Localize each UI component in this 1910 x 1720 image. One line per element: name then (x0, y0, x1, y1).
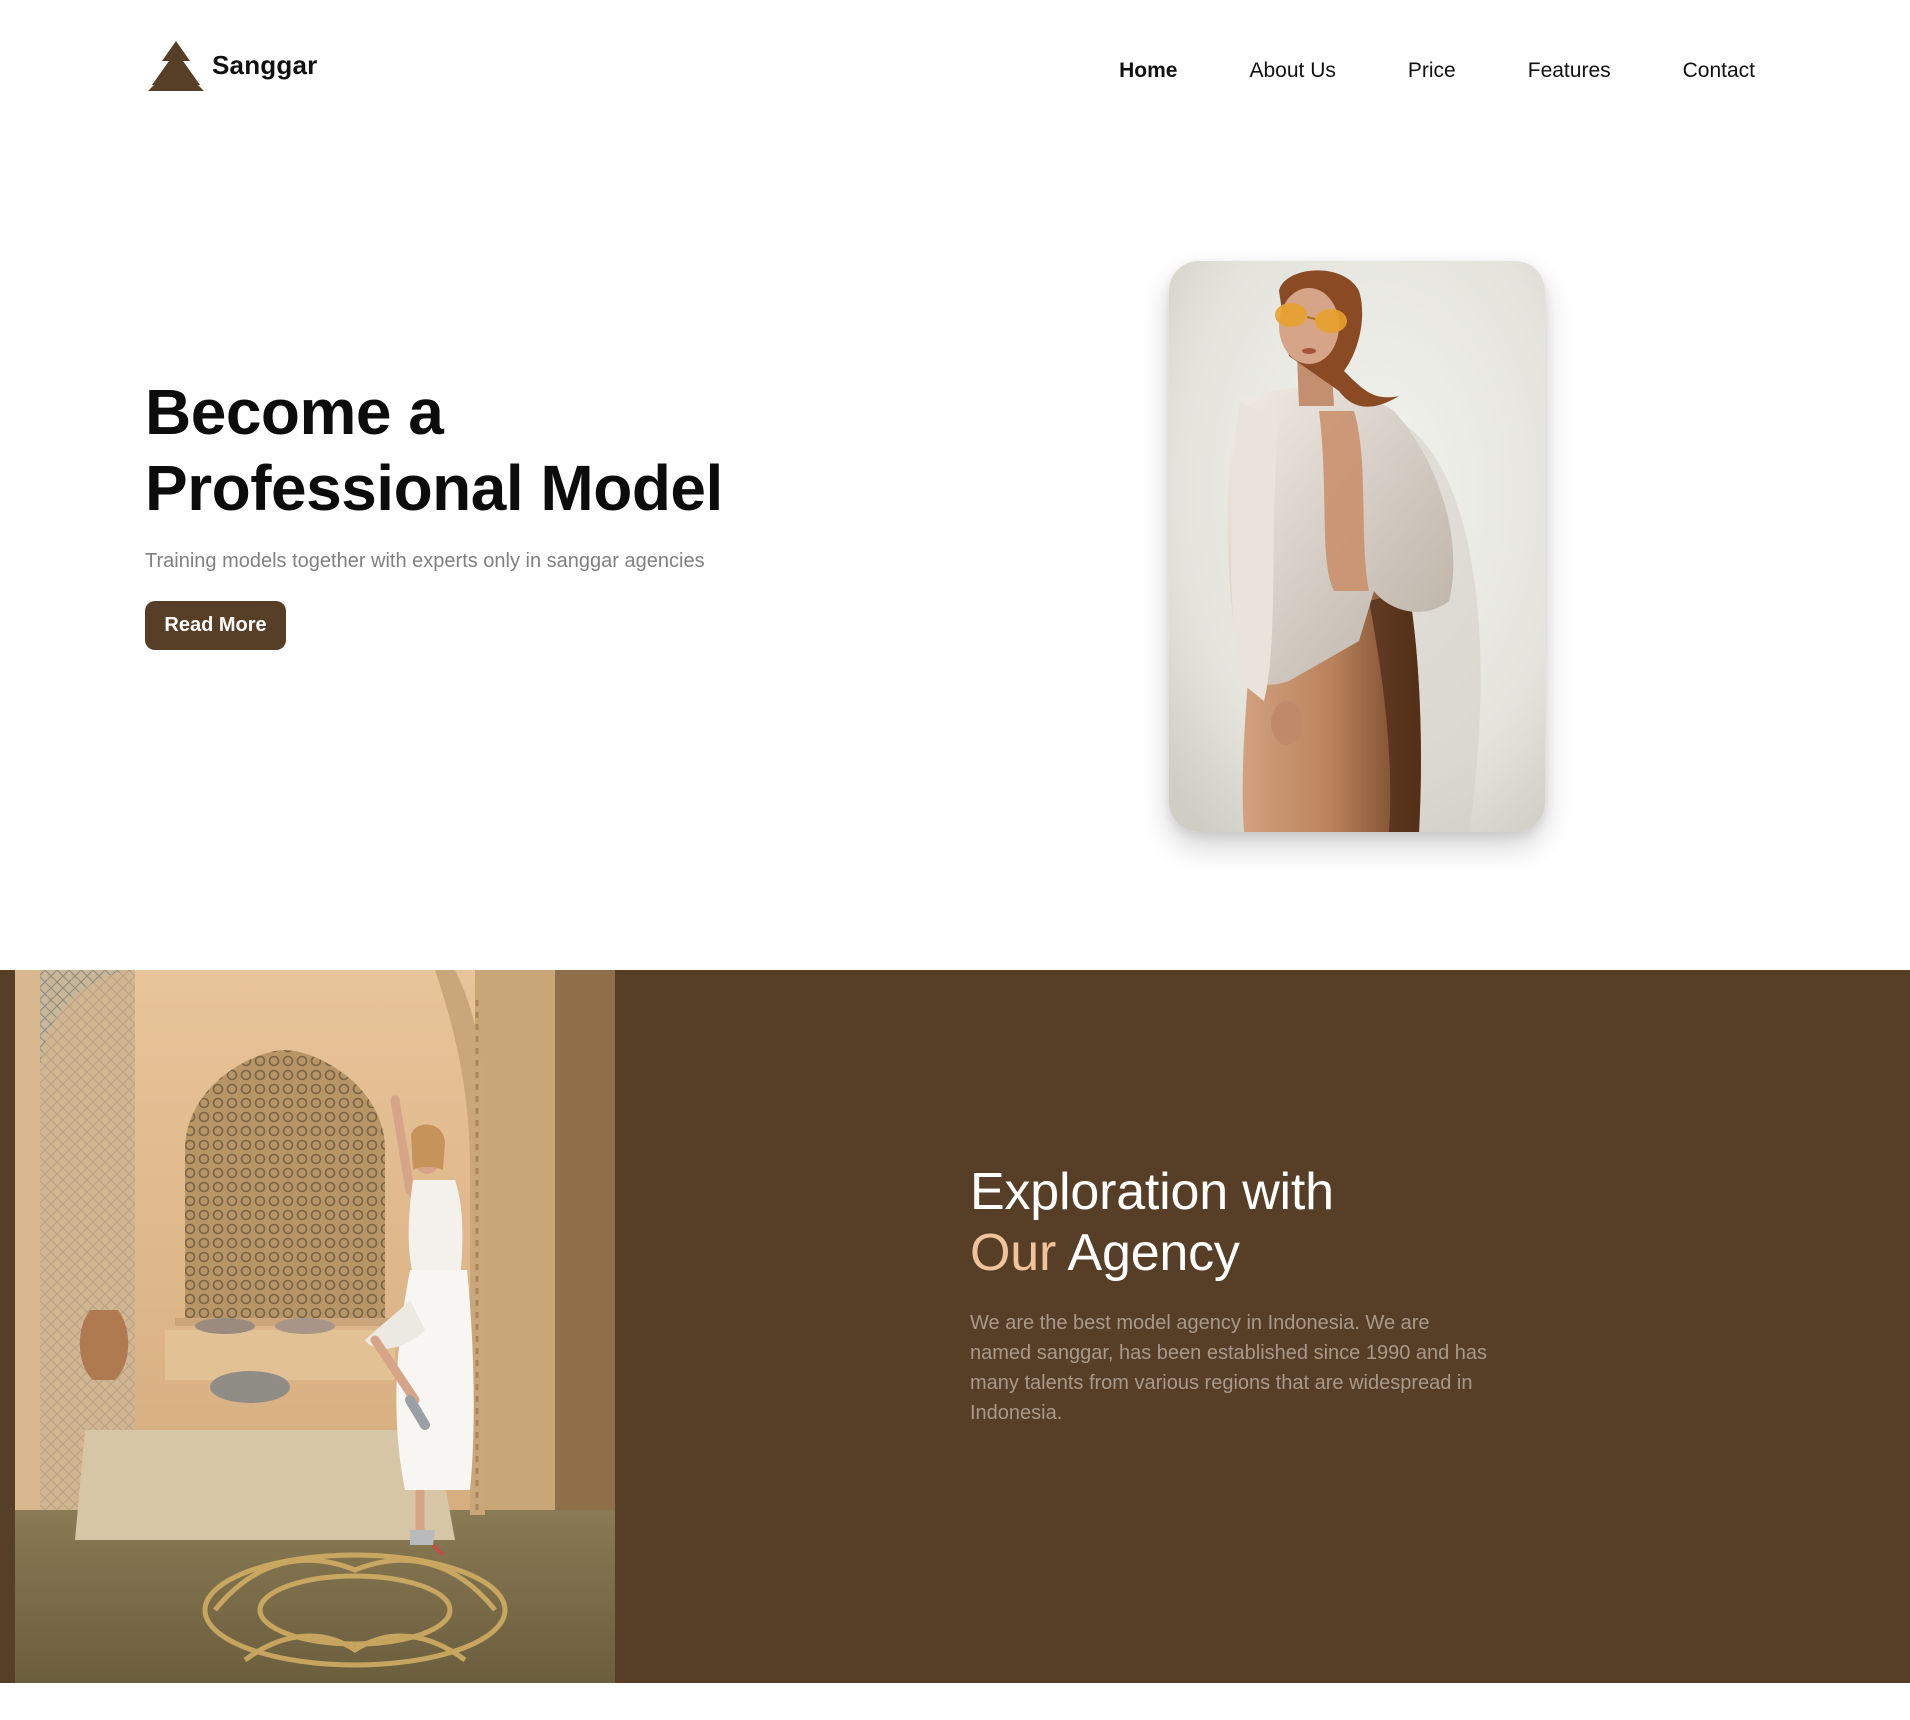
hero-title-line-2: Professional Model (145, 452, 723, 524)
agency-model-photo (15, 970, 615, 1683)
read-more-button[interactable]: Read More (145, 601, 286, 650)
nav-contact[interactable]: Contact (1683, 56, 1755, 86)
nav-price[interactable]: Price (1408, 56, 1456, 86)
exploration-title-line-2: Our Agency (970, 1223, 1334, 1284)
exploration-section: Exploration with Our Agency We are the b… (0, 970, 1910, 1683)
nav-features[interactable]: Features (1528, 56, 1611, 86)
main-nav: Home About Us Price Features Contact (1119, 56, 1755, 86)
hero-model-photo (1169, 261, 1545, 832)
exploration-description: We are the best model agency in Indonesi… (970, 1312, 1488, 1424)
exploration-title-accent: Our (970, 1224, 1057, 1282)
hero-subtitle: Training models together with experts on… (145, 550, 705, 572)
exploration-title-line-1: Exploration with (970, 1163, 1334, 1221)
nav-home[interactable]: Home (1119, 56, 1177, 86)
nav-about-us[interactable]: About Us (1250, 56, 1336, 86)
tree-icon (148, 41, 204, 91)
model-photo-illustration (1169, 261, 1545, 832)
site-header: Sanggar Home About Us Price Features Con… (0, 0, 1910, 145)
hero-title: Become a Professional Model (145, 374, 723, 526)
exploration-title: Exploration with Our Agency (970, 1162, 1334, 1284)
exploration-title-rest: Agency (1067, 1224, 1240, 1282)
hero-title-line-1: Become a (145, 376, 444, 448)
logo[interactable]: Sanggar (148, 38, 317, 92)
logo-text: Sanggar (212, 49, 318, 80)
agency-photo-illustration (15, 970, 615, 1683)
